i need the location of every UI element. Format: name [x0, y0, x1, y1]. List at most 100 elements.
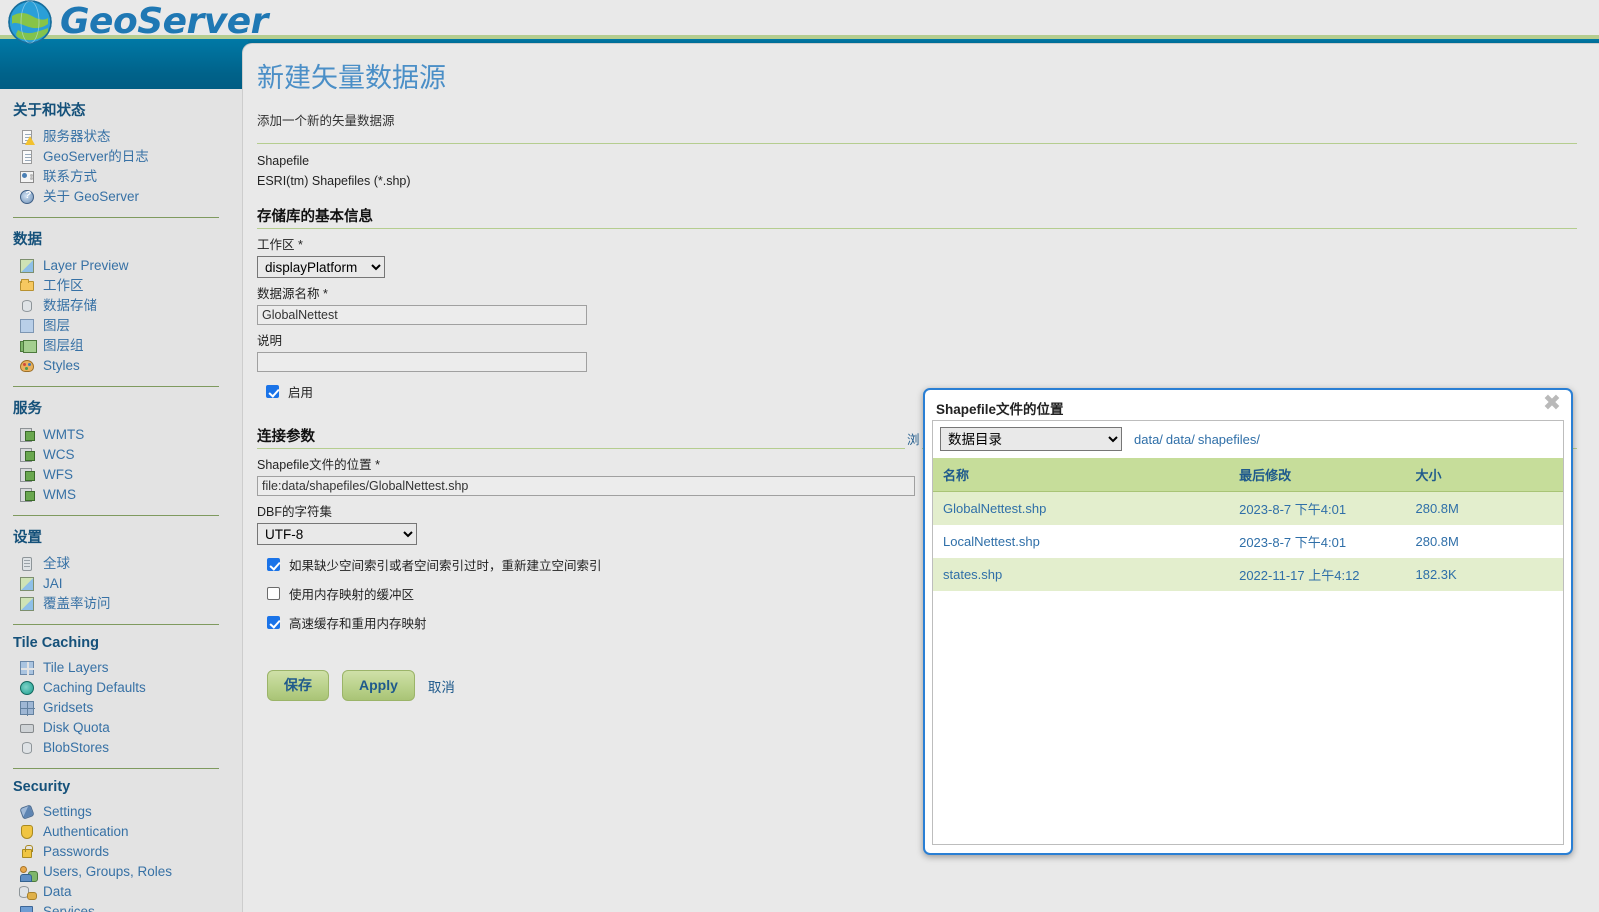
sidebar-item-label: Tile Layers — [43, 660, 109, 675]
sidebar-item-layergroups[interactable]: 图层组 — [0, 336, 232, 356]
datastore-name-input[interactable] — [257, 305, 587, 325]
sidebar-item-users-groups-roles[interactable]: Users, Groups, Roles — [0, 862, 232, 882]
sidebar-item-disk-quota[interactable]: Disk Quota — [0, 718, 232, 738]
cancel-link[interactable]: 取消 — [428, 676, 455, 696]
sidebar-item-label: Styles — [43, 358, 80, 373]
basic-info-section-heading: 存储库的基本信息 — [257, 205, 1577, 229]
root-directory-select[interactable]: 数据目录 — [940, 427, 1122, 451]
log-document-icon — [19, 149, 35, 165]
browse-button[interactable]: 浏 — [905, 427, 922, 450]
file-modified-cell: 2023-8-7 下午4:01 — [1229, 491, 1406, 525]
file-modified-cell: 2022-11-17 上午4:12 — [1229, 558, 1406, 591]
sidebar-item-caching-defaults[interactable]: Caching Defaults — [0, 678, 232, 698]
file-name-cell[interactable]: states.shp — [933, 558, 1230, 591]
breadcrumb-segment[interactable]: data/ — [1134, 432, 1163, 447]
sidebar-item-authentication[interactable]: Authentication — [0, 822, 232, 842]
file-size-cell: 280.8M — [1405, 525, 1563, 558]
sidebar-section-tile-caching: Tile Caching Tile Layers Caching Default… — [0, 625, 232, 764]
page-title: 新建矢量数据源 — [257, 63, 446, 94]
table-row[interactable]: states.shp 2022-11-17 上午4:12 182.3K — [933, 558, 1563, 591]
wcs-stack-icon — [19, 447, 35, 463]
column-header-modified[interactable]: 最后修改 — [1229, 458, 1406, 492]
datastore-name-label: 数据源名称 * — [257, 287, 328, 301]
sidebar-section-title: 关于和状态 — [13, 103, 86, 119]
sidebar-section-title: Security — [13, 779, 71, 795]
sidebar-item-wmts[interactable]: WMTS — [0, 425, 232, 445]
layer-square-icon — [19, 318, 35, 334]
sidebar-item-passwords[interactable]: Passwords — [0, 842, 232, 862]
memory-mapped-checkbox[interactable] — [267, 587, 280, 600]
logo[interactable]: GeoServer — [6, 0, 268, 46]
page-subtitle: 添加一个新的矢量数据源 — [257, 114, 395, 128]
store-type: Shapefile — [257, 154, 310, 168]
breadcrumb-segment[interactable]: shapefiles/ — [1198, 432, 1260, 447]
apply-button[interactable]: Apply — [342, 670, 415, 701]
content-rule — [257, 143, 1577, 144]
sidebar-item-geoserver-logs[interactable]: GeoServer的日志 — [0, 147, 232, 167]
sidebar-section-security: Security Settings Authentication Passwor… — [0, 769, 232, 912]
close-icon[interactable]: ✖ — [1542, 393, 1562, 415]
sidebar-item-layer-preview[interactable]: Layer Preview — [0, 256, 232, 276]
sidebar-item-stores[interactable]: 数据存储 — [0, 296, 232, 316]
column-header-name[interactable]: 名称 — [933, 458, 1230, 492]
sidebar-item-label: WFS — [43, 467, 73, 482]
sidebar-item-label: Data — [43, 884, 72, 899]
sidebar-item-label: 联系方式 — [43, 169, 97, 184]
sidebar-item-wfs[interactable]: WFS — [0, 465, 232, 485]
sidebar-item-layers[interactable]: 图层 — [0, 316, 232, 336]
table-row[interactable]: LocalNettest.shp 2023-8-7 下午4:01 280.8M — [933, 525, 1563, 558]
workspace-label: 工作区 * — [257, 238, 303, 252]
spatial-index-checkbox[interactable] — [267, 558, 280, 571]
column-header-size[interactable]: 大小 — [1405, 458, 1563, 492]
sidebar-item-gridsets[interactable]: Gridsets — [0, 698, 232, 718]
wmts-stack-icon — [19, 427, 35, 443]
sidebar: 关于和状态 服务器状态 GeoServer的日志 联系方式 关于 GeoServ… — [0, 89, 232, 912]
file-size-cell: 280.8M — [1405, 491, 1563, 525]
sidebar-item-jai[interactable]: JAI — [0, 574, 232, 594]
sidebar-item-label: Authentication — [43, 824, 129, 839]
table-row[interactable]: GlobalNettest.shp 2023-8-7 下午4:01 280.8M — [933, 491, 1563, 525]
enabled-checkbox[interactable] — [266, 385, 279, 398]
sidebar-section-settings: 设置 全球 JAI 覆盖率访问 — [0, 516, 232, 620]
sidebar-item-security-services[interactable]: Services — [0, 902, 232, 912]
sidebar-item-about-geoserver[interactable]: 关于 GeoServer — [0, 187, 232, 207]
sidebar-section-title: 设置 — [13, 530, 42, 546]
description-input[interactable] — [257, 352, 587, 372]
file-name-cell[interactable]: LocalNettest.shp — [933, 525, 1230, 558]
file-modified-cell: 2023-8-7 下午4:01 — [1229, 525, 1406, 558]
file-name-cell[interactable]: GlobalNettest.shp — [933, 491, 1230, 525]
users-icon — [19, 864, 38, 882]
sidebar-item-label: WMS — [43, 487, 76, 502]
sidebar-item-wms[interactable]: WMS — [0, 485, 232, 505]
store-description: ESRI(tm) Shapefiles (*.shp) — [257, 174, 411, 188]
sidebar-item-wcs[interactable]: WCS — [0, 445, 232, 465]
shapefile-url-input[interactable] — [257, 476, 915, 496]
sidebar-item-global[interactable]: 全球 — [0, 554, 232, 574]
tile-layers-icon — [19, 660, 35, 676]
map-preview-icon — [19, 258, 35, 274]
workspace-select[interactable]: displayPlatform — [257, 256, 385, 278]
sidebar-item-workspaces[interactable]: 工作区 — [0, 276, 232, 296]
sidebar-item-security-data[interactable]: Data — [0, 882, 232, 902]
cache-reuse-checkbox[interactable] — [267, 616, 280, 629]
sidebar-item-label: Passwords — [43, 844, 110, 859]
sidebar-item-server-status[interactable]: 服务器状态 — [0, 127, 232, 147]
dbf-charset-select[interactable]: UTF-8 — [257, 523, 417, 545]
sidebar-item-label: Users, Groups, Roles — [43, 864, 173, 879]
sidebar-item-label: WCS — [43, 447, 75, 462]
sidebar-item-contact[interactable]: 联系方式 — [0, 167, 232, 187]
save-button[interactable]: 保存 — [267, 670, 329, 701]
breadcrumb: data/data/shapefiles/ — [1134, 432, 1263, 447]
database-icon — [19, 298, 35, 314]
sidebar-item-security-settings[interactable]: Settings — [0, 802, 232, 822]
data-key-icon — [19, 884, 37, 900]
jai-image-icon — [19, 576, 35, 592]
sidebar-item-label: Disk Quota — [43, 720, 110, 735]
sidebar-item-coverage-access[interactable]: 覆盖率访问 — [0, 594, 232, 614]
coverage-access-icon — [19, 596, 35, 612]
sidebar-item-label: WMTS — [43, 427, 85, 442]
sidebar-item-blobstores[interactable]: BlobStores — [0, 738, 232, 758]
breadcrumb-segment[interactable]: data/ — [1166, 432, 1195, 447]
sidebar-item-styles[interactable]: Styles — [0, 356, 232, 376]
sidebar-item-tile-layers[interactable]: Tile Layers — [0, 658, 232, 678]
